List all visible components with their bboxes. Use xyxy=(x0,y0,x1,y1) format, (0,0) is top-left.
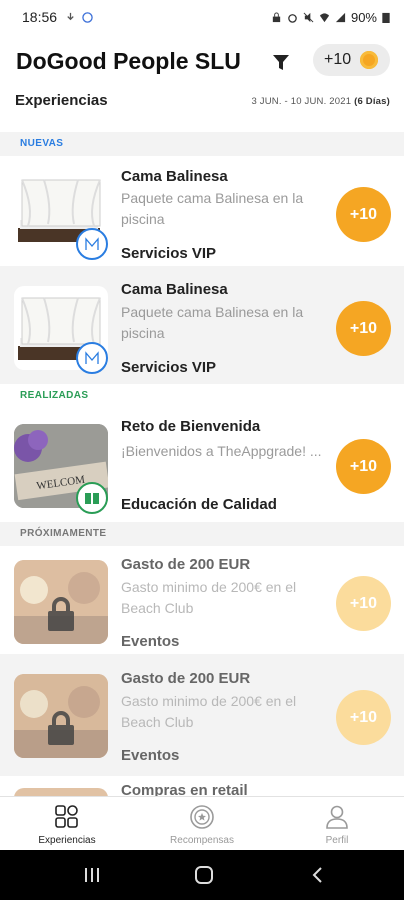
date-range-text: 3 JUN. - 10 JUN. 2021 xyxy=(251,96,352,107)
coin-icon xyxy=(360,51,378,69)
card-title: Gasto de 200 EUR xyxy=(121,670,251,687)
sync-icon xyxy=(67,12,74,20)
book-icon xyxy=(85,493,99,504)
card-title: Gasto de 200 EUR xyxy=(121,556,251,573)
m-logo-icon xyxy=(85,237,99,250)
filter-icon[interactable] xyxy=(271,53,291,73)
card-description: ¡Bienvenidos a TheAppgrade! ... xyxy=(121,443,322,459)
tab-label: Experiencias xyxy=(38,835,96,846)
section-title: Experiencias xyxy=(15,92,108,109)
lock-status-icon xyxy=(272,11,281,22)
page-title: DoGood People SLU xyxy=(16,48,241,74)
mute-icon xyxy=(303,12,314,22)
points-button[interactable]: +10 xyxy=(336,439,391,494)
lock-icon xyxy=(48,711,74,745)
points-button[interactable]: +10 xyxy=(336,187,391,242)
vip-badge-icon xyxy=(76,228,108,260)
recent-apps-icon[interactable] xyxy=(81,865,103,885)
alarm-icon xyxy=(288,13,297,23)
medal-icon xyxy=(190,805,214,829)
card-category: Eventos xyxy=(121,633,180,650)
beach-club-thumbnail xyxy=(14,788,108,796)
card-category: Servicios VIP xyxy=(121,359,217,376)
card-description: Paquete cama Balinesa en la piscina xyxy=(121,304,304,341)
card-description: Gasto minimo de 200€ en el Beach Club xyxy=(121,579,297,616)
education-badge-icon xyxy=(76,482,108,514)
points-button: +10 xyxy=(336,690,391,745)
app-header: DoGood People SLU +10 Experiencias 3 JUN… xyxy=(0,34,404,132)
status-bar: 18:56 90% xyxy=(0,0,404,34)
back-icon[interactable] xyxy=(307,865,329,885)
card-title: Compras en retail xyxy=(121,782,248,796)
card-description: Gasto minimo de 200€ en el Beach Club xyxy=(121,693,297,730)
messenger-icon xyxy=(82,11,93,23)
battery-icon xyxy=(382,12,390,23)
date-range-days: (6 Días) xyxy=(354,96,390,107)
card-title: Cama Balinesa xyxy=(121,281,228,298)
battery-level: 90% xyxy=(350,9,377,25)
card-category: Servicios VIP xyxy=(121,245,217,262)
bottom-tab-bar: Experiencias Recompensas Perfil xyxy=(0,796,404,850)
experience-card[interactable]: Gasto de 200 EUR Gasto minimo de 200€ en… xyxy=(0,546,404,654)
experience-card[interactable]: Gasto de 200 EUR Gasto minimo de 200€ en… xyxy=(0,660,404,770)
tab-experiences[interactable]: Experiencias xyxy=(0,797,134,851)
points-value: +10 xyxy=(324,51,352,68)
signal-icon xyxy=(335,12,346,22)
m-logo-icon xyxy=(85,351,99,364)
person-icon xyxy=(326,805,348,829)
points-pill[interactable]: +10 xyxy=(313,44,390,76)
section-label-soon: PRÓXIMAMENTE xyxy=(20,528,107,539)
section-label-new: NUEVAS xyxy=(20,138,64,149)
status-time: 18:56 xyxy=(22,9,58,25)
home-icon[interactable] xyxy=(193,865,215,885)
experience-card[interactable]: Compras en retail xyxy=(0,776,404,796)
card-description: Paquete cama Balinesa en la piscina xyxy=(121,190,304,227)
tab-rewards[interactable]: Recompensas xyxy=(135,797,269,851)
wifi-icon xyxy=(319,12,330,22)
section-label-done: REALIZADAS xyxy=(0,384,404,408)
notification-icons xyxy=(65,11,93,23)
grid-icon xyxy=(55,805,78,828)
experience-card[interactable]: Cama Balinesa Paquete cama Balinesa en l… xyxy=(0,156,404,266)
points-button: +10 xyxy=(336,576,391,631)
vip-badge-icon xyxy=(76,342,108,374)
card-category: Eventos xyxy=(121,747,180,764)
system-nav-bar xyxy=(0,850,404,900)
date-range: 3 JUN. - 10 JUN. 2021 (6 Días) xyxy=(251,96,390,107)
lock-icon xyxy=(48,597,74,631)
points-button[interactable]: +10 xyxy=(336,301,391,356)
card-title: Reto de Bienvenida xyxy=(121,418,261,435)
experience-card[interactable]: WELCOM Reto de Bienvenida ¡Bienvenidos a… xyxy=(0,408,404,522)
tab-label: Recompensas xyxy=(170,835,234,846)
status-right: 90% xyxy=(271,10,390,25)
tab-profile[interactable]: Perfil xyxy=(270,797,404,851)
card-title: Cama Balinesa xyxy=(121,168,228,185)
tab-label: Perfil xyxy=(325,835,349,846)
card-category: Educación de Calidad xyxy=(121,496,277,513)
experience-card[interactable]: Cama Balinesa Paquete cama Balinesa en l… xyxy=(0,266,404,384)
